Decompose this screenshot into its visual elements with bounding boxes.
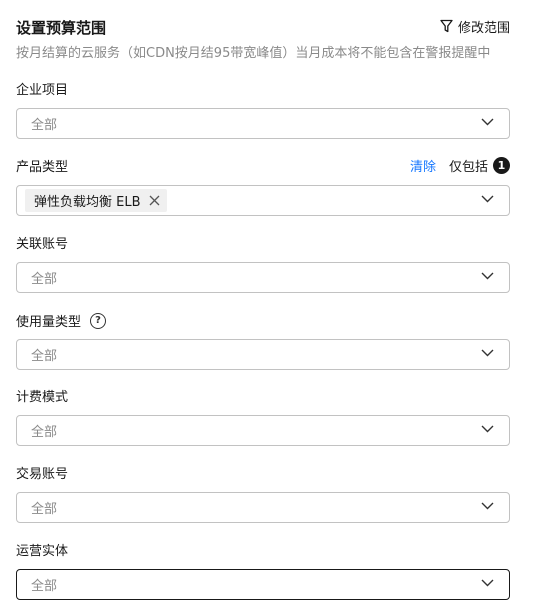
modify-scope-button[interactable]: 修改范围 [440,16,510,36]
enterprise-project-value: 全部 [31,118,58,133]
chevron-down-icon [481,502,494,510]
modify-scope-label: 修改范围 [457,20,510,36]
usage-type-label: 使用量类型 ? [16,311,107,330]
product-type-select[interactable]: 弹性负载均衡 ELB [16,185,510,216]
enterprise-project-label: 企业项目 [16,83,69,98]
chevron-down-icon [481,118,494,126]
selected-product-tag: 弹性负载均衡 ELB [25,189,167,212]
transaction-account-label: 交易账号 [16,467,69,482]
product-type-actions: 清除 仅包括 1 [410,156,510,175]
only-include-label: 仅包括 [448,160,488,175]
operating-entity-value: 全部 [31,579,58,594]
billing-mode-select[interactable]: 全部 [16,415,510,446]
budget-scope-header: 设置预算范围 修改范围 [16,16,510,38]
operating-entity-label: 运营实体 [16,544,69,559]
selected-count-badge: 1 [493,157,510,174]
operating-entity-select[interactable]: 全部 [16,569,510,600]
chevron-down-icon [481,195,494,203]
usage-type-label-text: 使用量类型 [16,315,82,330]
chevron-down-icon [481,349,494,357]
chevron-down-icon [481,272,494,280]
clear-button[interactable]: 清除 [410,156,436,175]
chevron-down-icon [481,425,494,433]
remove-tag-button[interactable] [149,195,160,206]
transaction-account-value: 全部 [31,502,58,517]
linked-account-value: 全部 [31,272,58,287]
billing-mode-label: 计费模式 [16,390,69,405]
usage-type-select[interactable]: 全部 [16,339,510,370]
enterprise-project-select[interactable]: 全部 [16,108,510,139]
scope-description: 按月结算的云服务（如CDN按月结95带宽峰值）当月成本将不能包含在警报提醒中 [16,46,491,61]
usage-type-value: 全部 [31,349,58,364]
chevron-down-icon [481,579,494,587]
page-title: 设置预算范围 [16,19,107,37]
filter-icon [440,19,453,33]
selected-product-tag-label: 弹性负载均衡 ELB [34,195,141,210]
help-icon[interactable]: ? [90,312,107,329]
billing-mode-value: 全部 [31,425,58,440]
product-type-label: 产品类型 [16,160,69,175]
transaction-account-select[interactable]: 全部 [16,492,510,523]
linked-account-label: 关联账号 [16,237,69,252]
linked-account-select[interactable]: 全部 [16,262,510,293]
close-icon [149,195,159,206]
